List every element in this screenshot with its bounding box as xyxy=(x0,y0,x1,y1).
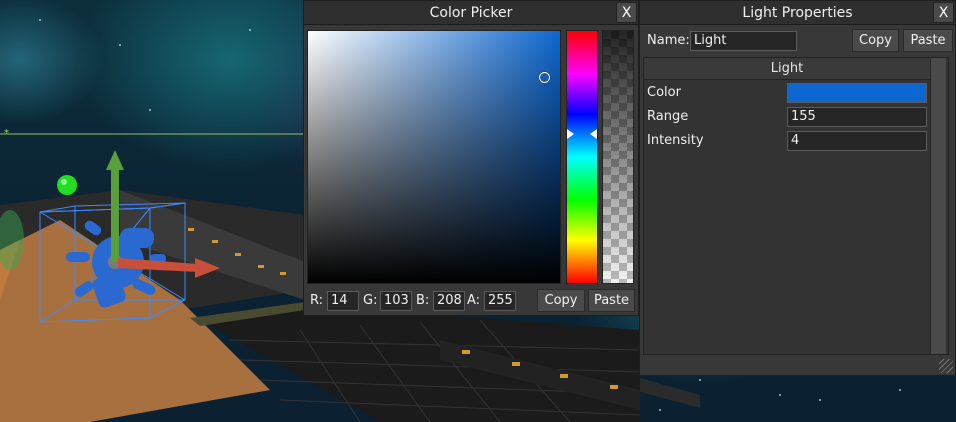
light-section-header[interactable]: Light xyxy=(644,58,930,80)
color-picker-body: R: 14 G: 103 B: 208 A: 255 Copy Paste xyxy=(304,26,638,316)
light-section: Light Color Range 155 Intensity 4 xyxy=(643,57,949,355)
paste-color-button[interactable]: Paste xyxy=(588,289,635,312)
copy-color-button[interactable]: Copy xyxy=(537,289,585,312)
resize-grip-icon[interactable] xyxy=(939,359,953,373)
light-properties-panel: Light Properties X Name: Light Copy Past… xyxy=(639,0,956,376)
alpha-slider[interactable] xyxy=(602,30,634,284)
hue-marker-right xyxy=(590,129,597,139)
light-properties-title: Light Properties xyxy=(742,4,853,21)
green-label: G: xyxy=(363,293,378,308)
paste-properties-button[interactable]: Paste xyxy=(903,29,953,52)
copy-properties-button[interactable]: Copy xyxy=(852,29,899,52)
name-input[interactable]: Light xyxy=(690,31,797,51)
alpha-label: A: xyxy=(467,293,481,308)
hue-slider[interactable] xyxy=(566,30,598,284)
color-label: Color xyxy=(647,85,681,100)
intensity-label: Intensity xyxy=(647,133,704,148)
close-icon[interactable]: X xyxy=(933,2,954,23)
green-input[interactable]: 103 xyxy=(380,291,412,311)
sphere-object xyxy=(57,175,77,195)
color-swatch-button[interactable] xyxy=(787,83,927,103)
red-label: R: xyxy=(310,293,324,308)
color-selector-handle[interactable] xyxy=(539,72,550,83)
intensity-input[interactable]: 4 xyxy=(787,131,927,151)
close-icon[interactable]: X xyxy=(616,2,637,23)
blue-label: B: xyxy=(416,293,430,308)
light-properties-titlebar[interactable]: Light Properties X xyxy=(640,1,955,25)
name-label: Name: xyxy=(647,33,690,48)
properties-scrollbar[interactable] xyxy=(930,58,946,354)
saturation-value-area[interactable] xyxy=(307,30,561,284)
color-picker-titlebar[interactable]: Color Picker X xyxy=(304,1,638,25)
alpha-input[interactable]: 255 xyxy=(484,291,516,311)
hue-marker-left xyxy=(567,129,574,139)
light-section-title: Light xyxy=(770,61,804,76)
range-label: Range xyxy=(647,109,689,124)
blue-input[interactable]: 208 xyxy=(433,291,465,311)
color-picker-panel: Color Picker X R: 14 G: 103 B: 208 A: 25… xyxy=(303,0,639,316)
red-input[interactable]: 14 xyxy=(327,291,359,311)
svg-text:*: * xyxy=(4,128,9,139)
range-input[interactable]: 155 xyxy=(787,107,927,127)
color-picker-title: Color Picker xyxy=(429,4,513,21)
